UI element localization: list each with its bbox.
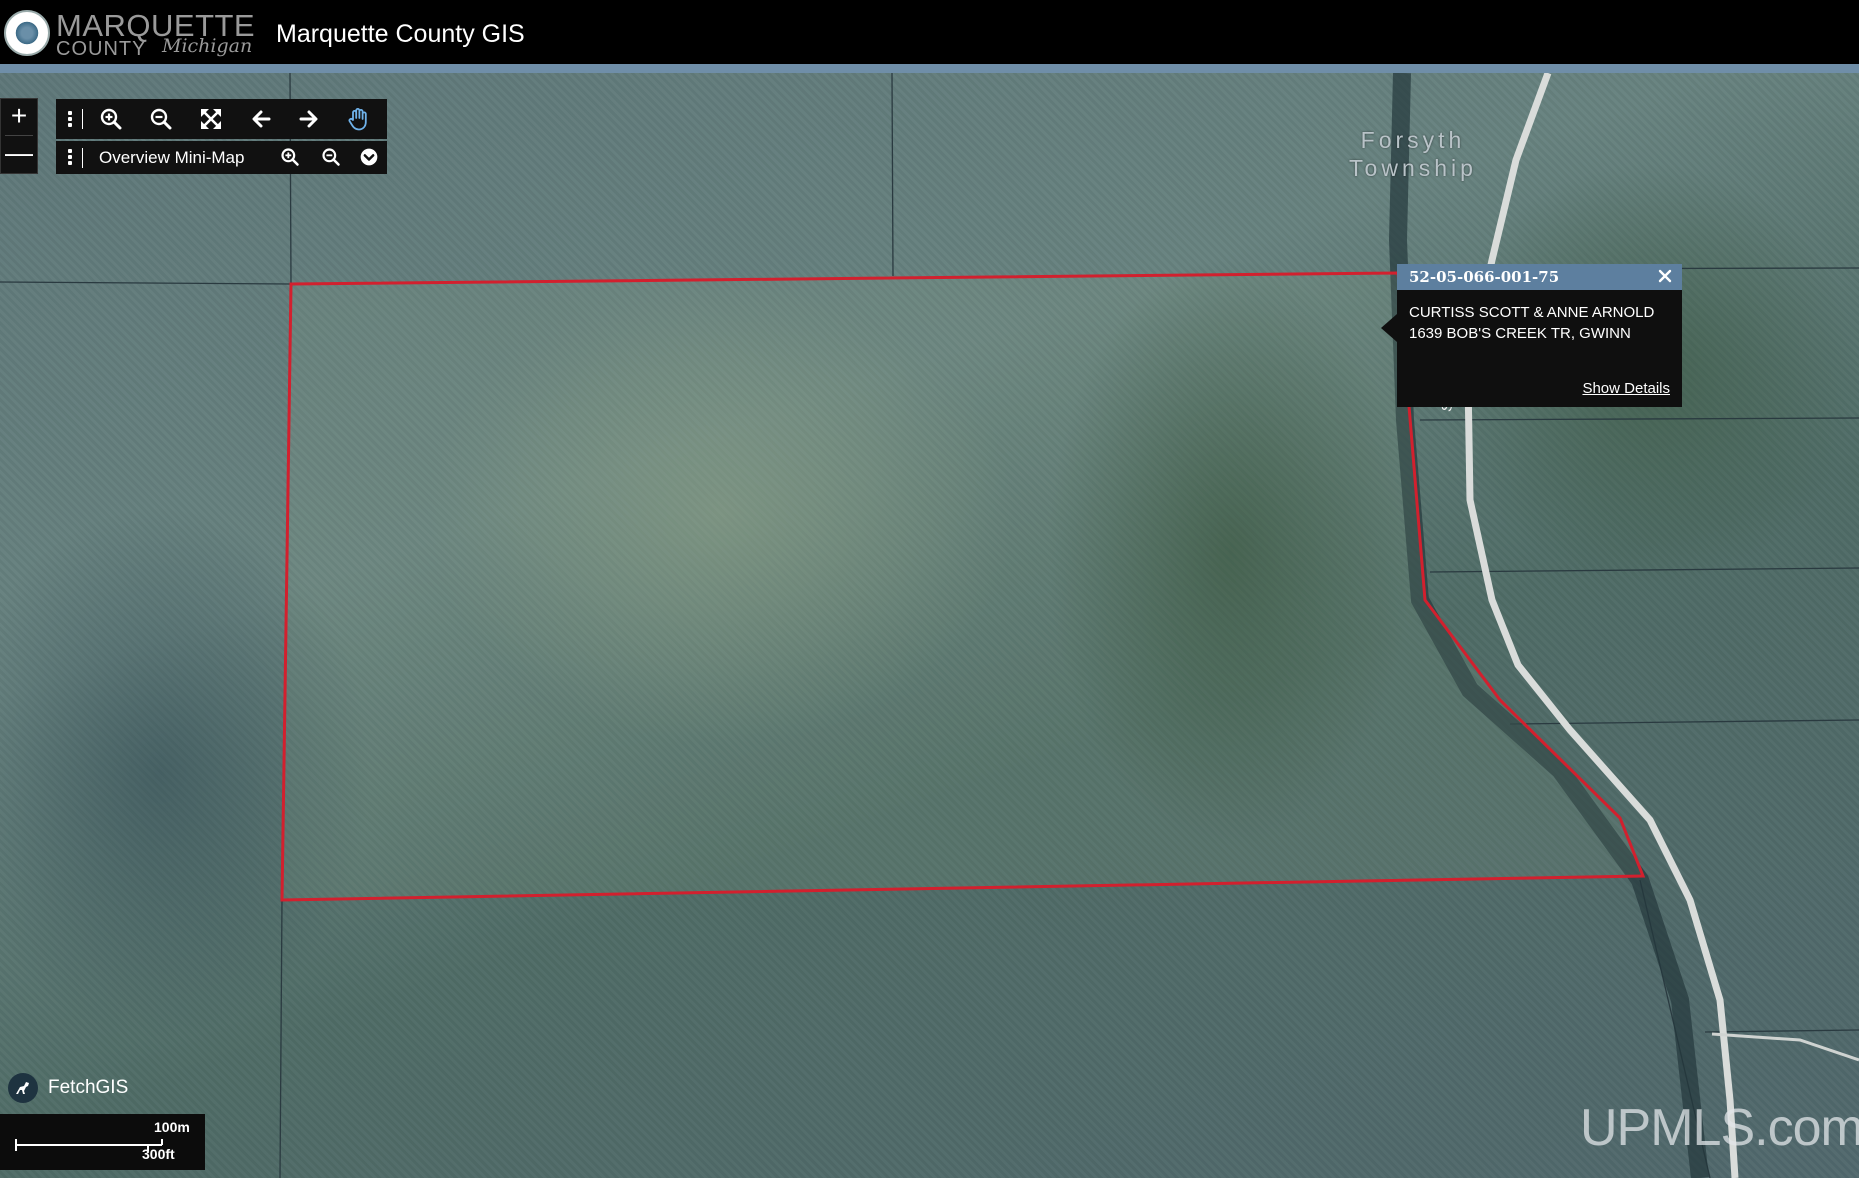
full-extent-icon xyxy=(201,109,221,129)
scale-bar: 100m 300ft xyxy=(0,1114,205,1170)
parcel-popup: 52-05-066-001-75 CURTISS SCOTT & ANNE AR… xyxy=(1397,264,1682,407)
fetchgis-label: FetchGIS xyxy=(48,1077,129,1098)
app-title: Marquette County GIS xyxy=(276,20,525,48)
show-details-link[interactable]: Show Details xyxy=(1582,380,1670,398)
minimap-expand-button[interactable] xyxy=(349,137,389,177)
next-extent-button[interactable] xyxy=(289,99,329,139)
watermark: UPMLS.com xyxy=(1580,1099,1859,1157)
parcel-address: 1639 BOB'S CREEK TR, GWINN xyxy=(1409,325,1631,342)
menu-grip-icon[interactable] xyxy=(63,147,77,167)
county-logo[interactable]: MARQUETTE COUNTY Michigan xyxy=(2,6,255,60)
chevron-down-circle-icon xyxy=(360,148,378,166)
close-icon xyxy=(1658,269,1672,283)
forward-arrow-icon xyxy=(299,110,318,128)
pan-tool-button[interactable] xyxy=(339,99,379,139)
logo-county: COUNTY xyxy=(56,38,147,60)
app-header: MARQUETTE COUNTY Michigan Marquette Coun… xyxy=(0,0,1859,64)
scale-line xyxy=(15,1139,163,1151)
zoom-in-icon xyxy=(100,108,122,130)
zoom-in-button[interactable]: + xyxy=(1,99,37,135)
zoom-out-button[interactable]: — xyxy=(1,136,37,172)
fetchgis-badge[interactable]: FetchGIS xyxy=(8,1072,128,1104)
scale-metric: 100m xyxy=(154,1119,190,1135)
navigation-toolbar xyxy=(56,99,387,139)
logo-state: Michigan xyxy=(162,35,253,57)
toolbar-divider xyxy=(82,109,83,129)
zoom-out-tool-button[interactable] xyxy=(141,99,181,139)
parcel-line xyxy=(1704,1029,1859,1033)
zoom-in-tool-button[interactable] xyxy=(91,99,131,139)
back-arrow-icon xyxy=(252,110,271,128)
parcel-id: 52-05-066-001-75 xyxy=(1409,268,1560,286)
close-button[interactable] xyxy=(1656,267,1674,285)
township-label: Township xyxy=(1349,155,1477,181)
minimap-label: Overview Mini-Map xyxy=(99,148,245,167)
header-strip xyxy=(0,64,1859,73)
pan-hand-icon xyxy=(348,108,367,131)
dog-icon xyxy=(8,1073,38,1103)
parcel-line xyxy=(0,281,291,285)
township-label: Forsyth xyxy=(1360,127,1466,153)
scale-imperial: 300ft xyxy=(142,1146,175,1162)
zoom-control: + — xyxy=(0,98,38,174)
road-line xyxy=(1464,73,1739,1178)
toolbar-divider xyxy=(82,148,83,168)
map-overlay xyxy=(0,73,1859,1178)
side-road-line xyxy=(1711,1032,1859,1062)
menu-grip-icon[interactable] xyxy=(63,109,77,129)
popup-pointer xyxy=(1381,314,1397,342)
parcel-line xyxy=(1419,417,1859,421)
zoom-in-icon xyxy=(281,148,299,166)
previous-extent-button[interactable] xyxy=(241,99,281,139)
parcel-line xyxy=(279,899,283,1178)
overview-minimap-bar: Overview Mini-Map xyxy=(56,141,387,174)
parcel-owner: CURTISS SCOTT & ANNE ARNOLD xyxy=(1409,304,1655,321)
parcel-line xyxy=(891,73,894,277)
full-extent-button[interactable] xyxy=(191,99,231,139)
parcel-line xyxy=(1429,567,1859,573)
minimap-zoom-out-button[interactable] xyxy=(311,137,351,177)
zoom-out-icon xyxy=(322,148,340,166)
county-seal-icon xyxy=(4,10,50,56)
minimap-zoom-in-button[interactable] xyxy=(270,137,310,177)
popup-header: 52-05-066-001-75 xyxy=(1397,264,1682,290)
zoom-out-icon xyxy=(150,108,172,130)
map-view[interactable] xyxy=(0,73,1859,1178)
